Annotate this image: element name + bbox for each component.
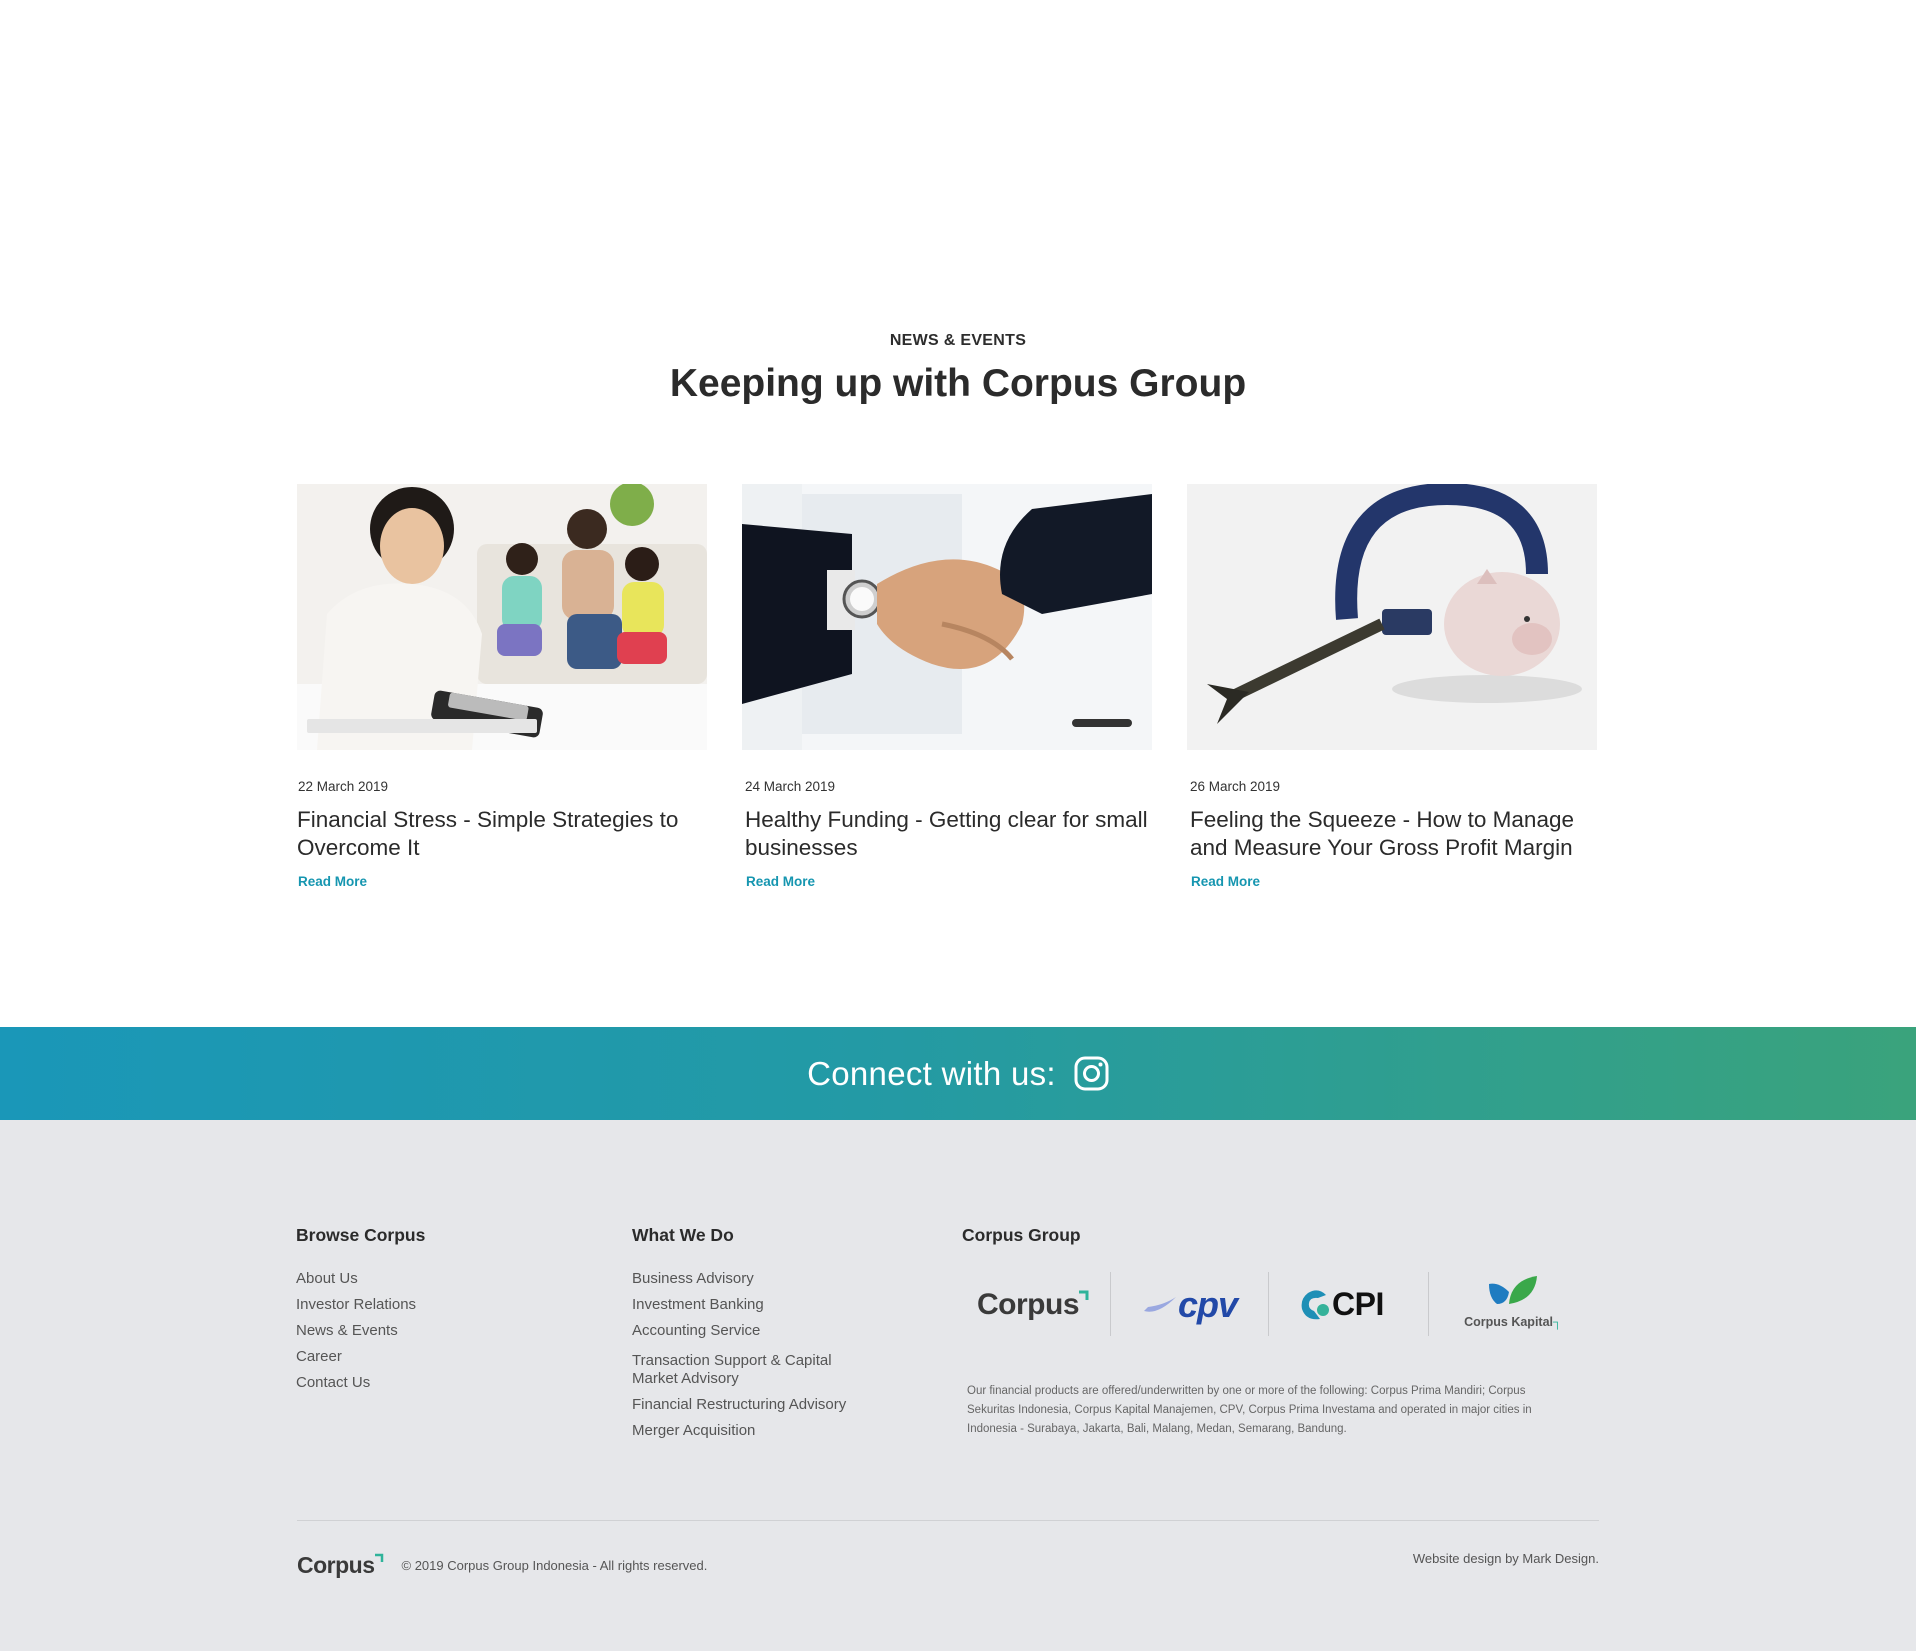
footer-divider — [297, 1520, 1599, 1521]
news-card-title[interactable]: Financial Stress - Simple Strategies to … — [297, 806, 707, 862]
news-section: NEWS & EVENTS Keeping up with Corpus Gro… — [0, 320, 1916, 1027]
instagram-icon[interactable] — [1074, 1056, 1109, 1091]
logo-divider — [1428, 1272, 1429, 1336]
family-photo — [297, 484, 707, 750]
browse-corpus-column: Browse Corpus About Us Investor Relation… — [296, 1225, 425, 1400]
corpus-group-heading: Corpus Group — [962, 1225, 1081, 1245]
news-card[interactable]: 22 March 2019 Financial Stress - Simple … — [297, 484, 707, 891]
news-card-title[interactable]: Healthy Funding - Getting clear for smal… — [742, 806, 1152, 862]
footer-link-career[interactable]: Career — [296, 1348, 425, 1366]
group-disclaimer: Our financial products are offered/under… — [967, 1385, 1532, 1435]
copyright-text: © 2019 Corpus Group Indonesia - All righ… — [401, 1558, 708, 1573]
cpv-logo[interactable]: cpv — [1144, 1284, 1238, 1326]
news-card[interactable]: 24 March 2019 Healthy Funding - Getting … — [742, 484, 1152, 891]
footer-bottom-left: Corpus © 2019 Corpus Group Indonesia - A… — [297, 1552, 707, 1579]
top-whitespace — [0, 0, 1916, 320]
group-logos: Corpus cpv CPI Corpus Kapital┐ — [962, 1272, 1602, 1336]
section-heading: Keeping up with Corpus Group — [669, 362, 1247, 405]
cpi-logo[interactable]: CPI — [1300, 1286, 1384, 1323]
news-card-date: 26 March 2019 — [1190, 779, 1281, 794]
footer-link-news-events[interactable]: News & Events — [296, 1322, 425, 1340]
news-card-date: 22 March 2019 — [298, 779, 389, 794]
footer-link-investment-banking[interactable]: Investment Banking — [632, 1296, 872, 1314]
section-kicker: NEWS & EVENTS — [889, 332, 1027, 349]
news-card-date: 24 March 2019 — [745, 779, 836, 794]
design-credit[interactable]: Website design by Mark Design. — [1413, 1551, 1599, 1566]
corpus-logo-mark-icon — [374, 1553, 383, 1562]
footer-link-contact-us[interactable]: Contact Us — [296, 1374, 425, 1392]
footer-link-merger-acquisition[interactable]: Merger Acquisition — [632, 1422, 872, 1440]
corpus-kapital-logo[interactable]: Corpus Kapital┐ — [1458, 1274, 1568, 1329]
corpus-logo[interactable]: Corpus — [977, 1288, 1089, 1322]
handshake-photo — [742, 484, 1152, 750]
footer-link-transaction-support[interactable]: Transaction Support & Capital Market Adv… — [632, 1352, 872, 1388]
logo-divider — [1110, 1272, 1111, 1336]
connect-banner: Connect with us: — [0, 1027, 1916, 1120]
news-card-title[interactable]: Feeling the Squeeze - How to Manage and … — [1187, 806, 1597, 862]
what-we-do-column: What We Do Business Advisory Investment … — [632, 1225, 872, 1448]
footer-link-about-us[interactable]: About Us — [296, 1270, 425, 1288]
piggy-clamp-photo — [1187, 484, 1597, 750]
footer-link-business-advisory[interactable]: Business Advisory — [632, 1270, 872, 1288]
news-card[interactable]: 26 March 2019 Feeling the Squeeze - How … — [1187, 484, 1597, 891]
corpus-group-column: Corpus Group — [962, 1225, 1081, 1246]
footer-link-accounting-service[interactable]: Accounting Service — [632, 1322, 872, 1340]
cpv-swoosh-icon — [1144, 1297, 1176, 1312]
logo-divider — [1268, 1272, 1269, 1336]
news-card-image-handshake[interactable] — [742, 484, 1152, 750]
connect-label: Connect with us: — [807, 1054, 1056, 1092]
cpi-mark-icon — [1301, 1289, 1329, 1319]
corpus-kapital-leaf-icon — [1489, 1276, 1537, 1304]
news-card-image-piggy-clamp[interactable] — [1187, 484, 1597, 750]
what-we-do-heading: What We Do — [632, 1225, 734, 1245]
browse-corpus-heading: Browse Corpus — [296, 1225, 426, 1245]
read-more-link[interactable]: Read More — [297, 874, 367, 889]
read-more-link[interactable]: Read More — [1187, 874, 1260, 889]
news-cards: 22 March 2019 Financial Stress - Simple … — [297, 484, 1597, 924]
footer-corpus-logo[interactable]: Corpus — [297, 1552, 384, 1579]
news-card-image-family[interactable] — [297, 484, 707, 750]
corpus-logo-mark-icon — [1079, 1290, 1089, 1300]
footer-link-investor-relations[interactable]: Investor Relations — [296, 1296, 425, 1314]
site-footer: Browse Corpus About Us Investor Relation… — [0, 1120, 1916, 1651]
read-more-link[interactable]: Read More — [742, 874, 815, 889]
footer-link-financial-restructuring[interactable]: Financial Restructuring Advisory — [632, 1396, 872, 1414]
